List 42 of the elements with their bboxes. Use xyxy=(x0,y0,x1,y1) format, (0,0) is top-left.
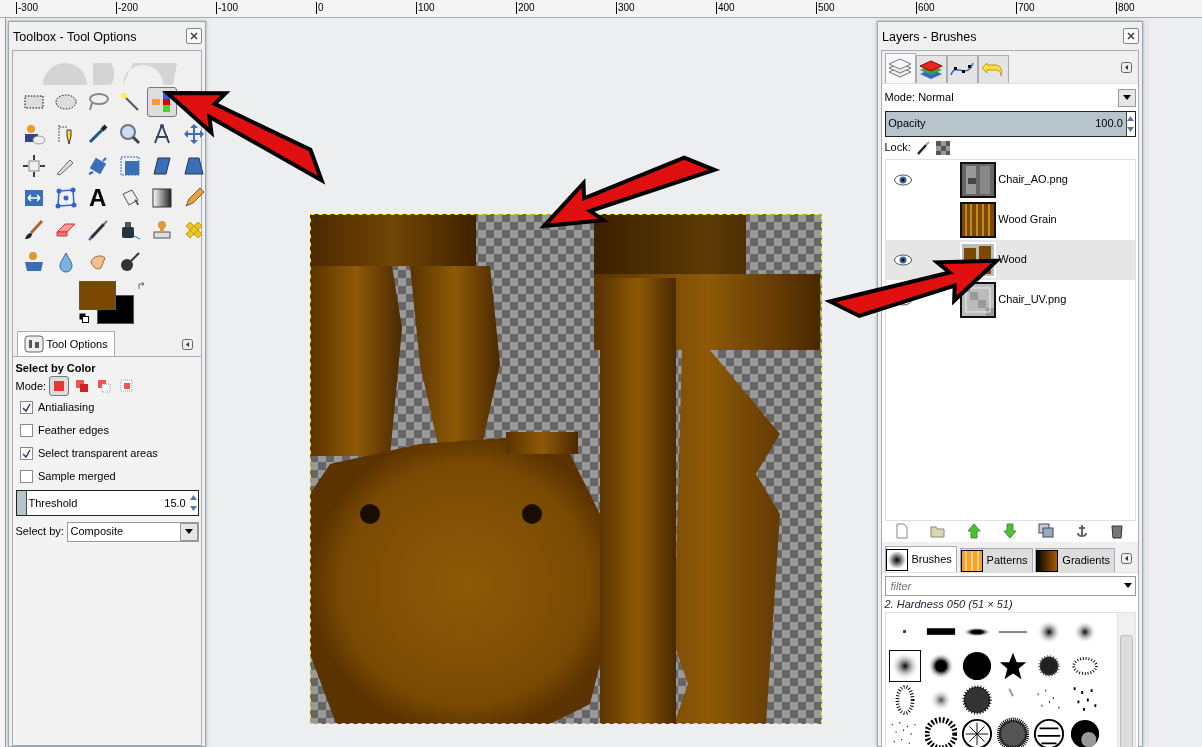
ruler-label: 100 xyxy=(416,2,435,14)
option-label: Sample merged xyxy=(38,469,116,485)
layer-name: Chair_UV.png xyxy=(998,292,1067,308)
select-by-label: Select by: xyxy=(15,524,64,540)
brush-name: 2. Hardness 050 (51 × 51) xyxy=(884,596,1014,612)
option-label: Select transparent areas xyxy=(38,446,158,462)
window-title: Toolbox - Tool Options xyxy=(12,29,138,46)
mode-label: Mode: xyxy=(15,378,47,394)
ruler-label: -100 xyxy=(216,2,238,14)
window-title: Layers - Brushes xyxy=(881,29,978,46)
mode-dropdown[interactable]: Mode: Normal xyxy=(884,86,1136,109)
tool-options-tab[interactable]: Tool Options xyxy=(16,330,115,356)
filter-combo[interactable]: filter xyxy=(884,575,1136,596)
layer-name: Chair_AO.png xyxy=(998,172,1068,188)
patterns-tab[interactable]: Patterns xyxy=(959,548,1033,572)
option-label: Feather edges xyxy=(38,423,109,439)
ruler-label: 400 xyxy=(716,2,735,14)
layer-row[interactable]: Wood Grain xyxy=(885,199,1135,240)
ruler-label: -200 xyxy=(116,2,138,14)
ruler-label: 300 xyxy=(616,2,635,14)
ruler-label: -300 xyxy=(16,2,38,14)
layer-name: Wood xyxy=(998,252,1027,268)
ruler-label: 0 xyxy=(316,2,324,14)
brushs-tab[interactable]: Brushes xyxy=(884,546,957,572)
ruler-label: 600 xyxy=(916,2,935,14)
text-tool[interactable]: A xyxy=(82,182,113,213)
ruler-label: 500 xyxy=(816,2,835,14)
filter-field[interactable]: filter xyxy=(888,576,1124,595)
opacity-value: 100.0 xyxy=(1095,116,1124,132)
ruler-label: 200 xyxy=(516,2,535,14)
gradients-tab[interactable]: Gradients xyxy=(1035,548,1116,572)
lock-label: Lock: xyxy=(884,140,911,156)
layer-name: Wood Grain xyxy=(998,212,1057,228)
opacity-label: Opacity xyxy=(887,116,926,132)
layer-row[interactable]: Chair_AO.png xyxy=(885,159,1135,200)
ruler-label: 700 xyxy=(1016,2,1035,14)
ruler-label: 800 xyxy=(1116,2,1135,14)
tool-heading: Select by Color xyxy=(15,360,97,376)
threshold-label: Threshold xyxy=(28,495,78,511)
select-by-dropdown[interactable]: Composite xyxy=(66,521,199,542)
option-label: Antialiasing xyxy=(38,400,95,416)
threshold-value: 15.0 xyxy=(164,495,187,511)
